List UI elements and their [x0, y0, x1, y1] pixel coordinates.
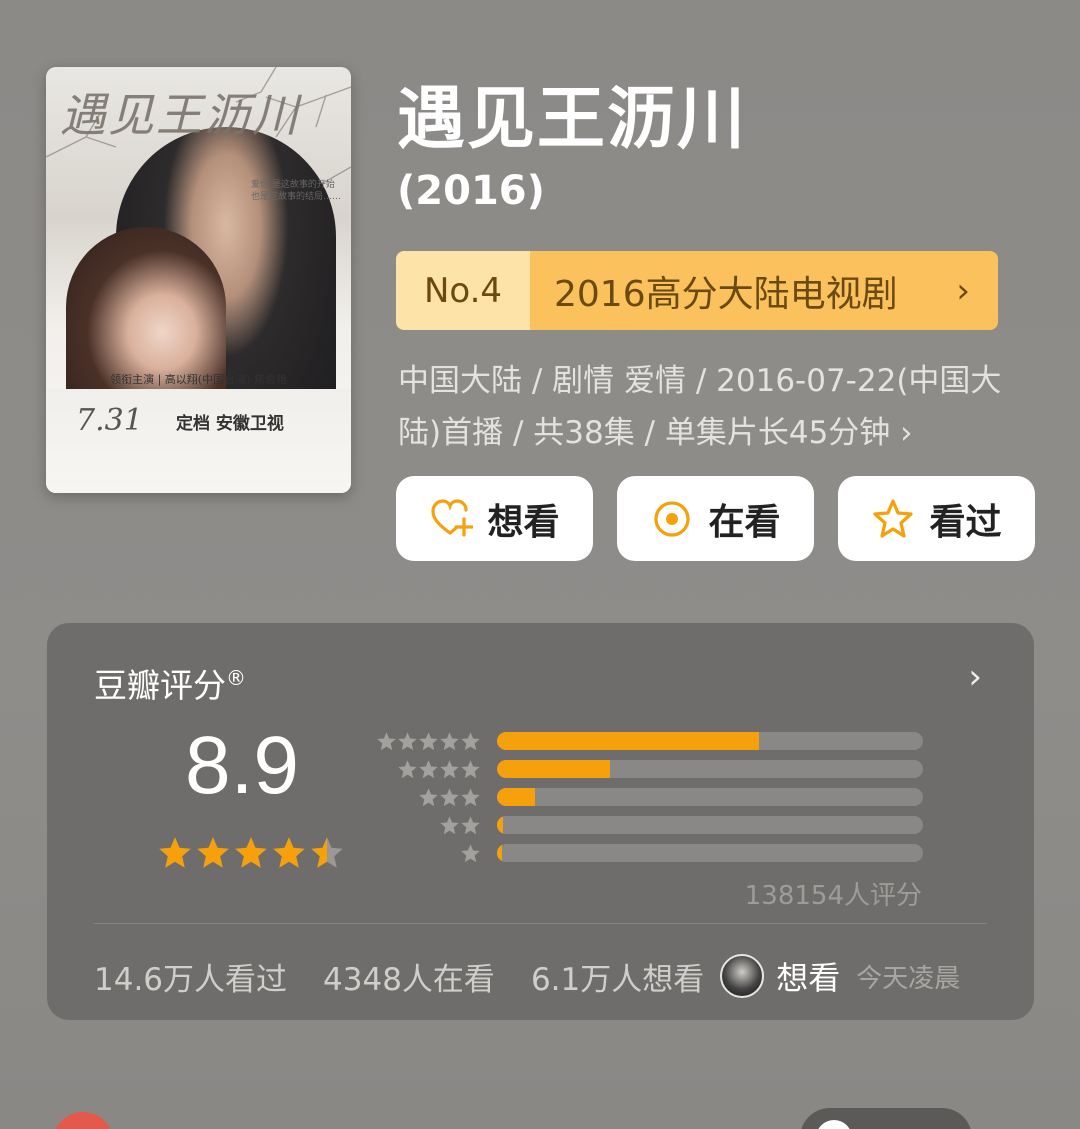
distribution-row-1: [375, 839, 923, 867]
distribution-bar-fill: [497, 788, 536, 806]
watched-count[interactable]: 14.6万人看过: [94, 954, 287, 999]
rating-header: 豆瓣评分®: [94, 659, 246, 707]
poster-credits: 领衔主演 | 高以翔(中国台湾) 焦俊艳: [110, 373, 287, 386]
star-icon: [311, 837, 343, 868]
star-icon: [377, 731, 396, 750]
watched-label: 看过: [929, 501, 1002, 543]
distribution-bar-fill: [497, 732, 759, 750]
show-year: (2016): [397, 168, 545, 214]
star-icon: [461, 843, 480, 862]
rank-number: No.4: [396, 251, 530, 330]
stats-row: 14.6万人看过 4348人在看 6.1万人想看 想看 今天凌晨: [94, 953, 960, 999]
poster-tagline: 爱你 是这故事的开始 也是这故事的结局……: [251, 180, 342, 202]
distribution-bar-fill: [497, 816, 504, 834]
star-icon: [419, 787, 438, 806]
star-icon: [461, 731, 480, 750]
star-icon: [461, 787, 480, 806]
registered-mark: ®: [226, 666, 246, 690]
distribution-bar-track: [497, 844, 923, 862]
rating-header-label: 豆瓣评分: [94, 666, 226, 705]
watching-label: 在看: [708, 501, 781, 543]
star-icon: [440, 815, 459, 834]
poster-date: 7.31: [76, 403, 143, 438]
distribution-stars: [375, 843, 481, 864]
star-icon: [235, 837, 267, 868]
friend-time: 今天凌晨: [856, 963, 961, 994]
want-count[interactable]: 6.1万人想看: [531, 954, 704, 999]
distribution-row-3: [375, 783, 923, 811]
watching-count[interactable]: 4348人在看: [323, 954, 495, 999]
star-icon: [440, 759, 459, 778]
distribution-row-2: [375, 811, 923, 839]
section-toggle[interactable]: [800, 1108, 972, 1129]
want-label: 想看: [487, 501, 560, 543]
rank-list-name: 2016高分大陆电视剧: [554, 273, 898, 315]
poster-image[interactable]: 遇见王沥川 爱你 是这故事的开始 也是这故事的结局…… 领衔主演 | 高以翔(中…: [46, 67, 351, 493]
poster-title-art: 遇见王沥川: [60, 88, 300, 142]
rank-list: 2016高分大陆电视剧 ›: [530, 251, 998, 330]
star-outline-icon: [873, 498, 914, 538]
distribution-bar-track: [497, 788, 923, 806]
distribution-stars: [375, 787, 481, 808]
star-icon: [398, 759, 417, 778]
rating-score: 8.9: [185, 720, 299, 811]
star-icon: [440, 731, 459, 750]
distribution-bar-track: [497, 816, 923, 834]
section-icon: [52, 1112, 114, 1129]
star-icon: [461, 815, 480, 834]
rank-badge[interactable]: No.4 2016高分大陆电视剧 ›: [396, 251, 998, 330]
watched-button[interactable]: 看过: [838, 476, 1035, 561]
star-icon: [419, 759, 438, 778]
star-icon: [159, 837, 191, 868]
distribution-stars: [375, 815, 481, 836]
distribution-bar-track: [497, 760, 923, 778]
show-meta[interactable]: 中国大陆 / 剧情 爱情 / 2016-07-22(中国大陆)首播 / 共38集…: [398, 355, 1038, 459]
distribution-stars: [375, 759, 481, 780]
chevron-right-icon[interactable]: ›: [968, 657, 982, 697]
target-icon: [654, 500, 691, 537]
rating-count[interactable]: 138154人评分: [745, 875, 922, 912]
rating-card[interactable]: 豆瓣评分® › 8.9 138154人评分 14.6万人看过 4348人在看 6…: [47, 623, 1034, 1020]
distribution-bar-fill: [497, 760, 610, 778]
star-icon: [273, 837, 305, 868]
rating-distribution: [375, 727, 923, 867]
distribution-bar-track: [497, 732, 923, 750]
star-icon: [419, 731, 438, 750]
star-icon: [398, 731, 417, 750]
want-button[interactable]: 想看: [396, 476, 593, 561]
chevron-right-icon: ›: [956, 270, 970, 311]
rating-stars: [157, 835, 345, 871]
watching-button[interactable]: 在看: [617, 476, 814, 561]
divider: [94, 923, 987, 924]
heart-plus-icon: [431, 498, 474, 537]
distribution-row-5: [375, 727, 923, 755]
star-icon: [461, 759, 480, 778]
star-icon: [440, 787, 459, 806]
distribution-row-4: [375, 755, 923, 783]
show-title: 遇见王沥川: [397, 80, 748, 159]
action-buttons: 想看 在看 看过: [396, 476, 1035, 561]
friend-action: 想看: [776, 959, 841, 997]
avatar[interactable]: [720, 954, 765, 998]
star-icon: [197, 837, 229, 868]
poster-channel: 定档 安徽卫视: [176, 414, 284, 434]
distribution-bar-fill: [497, 844, 503, 862]
distribution-stars: [375, 731, 481, 752]
